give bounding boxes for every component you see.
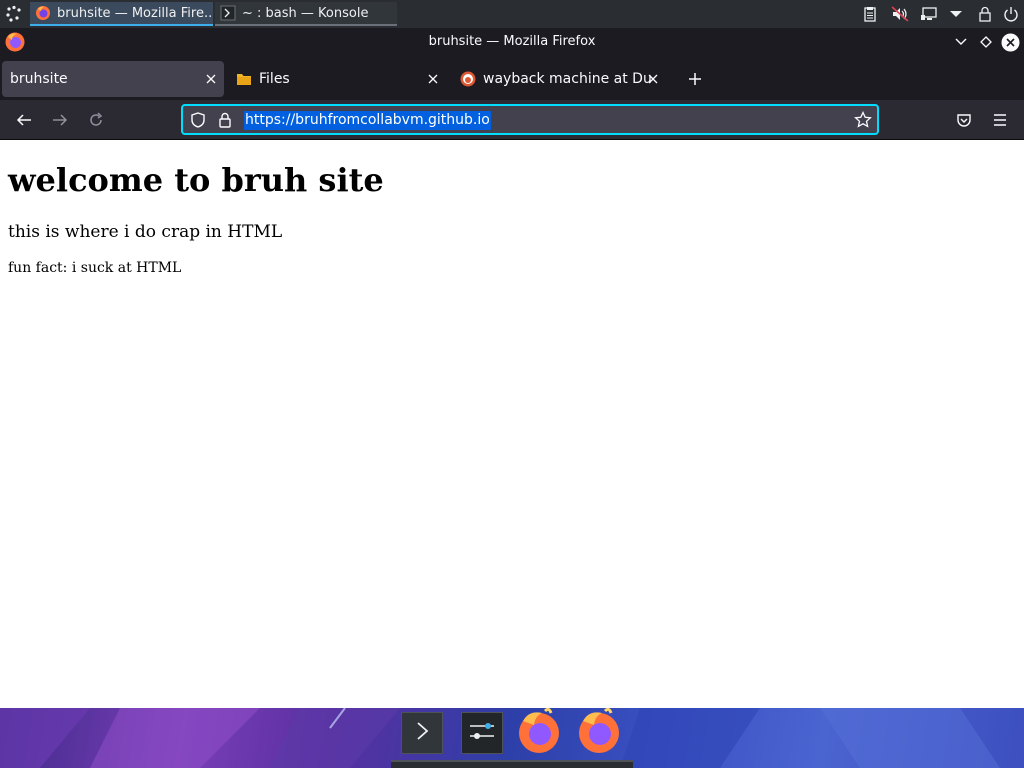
folder-icon: [236, 71, 252, 87]
taskbar-firefox-label: bruhsite — Mozilla Fire...: [57, 5, 213, 21]
tab-label: bruhsite: [10, 71, 68, 87]
taskbar-firefox[interactable]: bruhsite — Mozilla Fire...: [30, 2, 213, 26]
firefox-icon: [34, 4, 52, 22]
lock-icon[interactable]: [216, 111, 234, 129]
tracking-protection-shield-icon[interactable]: [189, 111, 207, 129]
back-button[interactable]: [12, 108, 36, 132]
maximize-button[interactable]: [976, 32, 996, 52]
dock-panel: [391, 760, 633, 768]
clipboard-icon[interactable]: [860, 4, 880, 24]
page-paragraph: fun fact: i suck at HTML: [8, 260, 182, 276]
mixer-icon: [467, 718, 497, 748]
tab-wayback[interactable]: wayback machine at Duck: [452, 61, 672, 97]
duckduckgo-icon: [460, 71, 476, 87]
page-content: welcome to bruh site this is where i do …: [0, 141, 1024, 708]
tab-label: wayback machine at Duck: [483, 71, 653, 87]
close-tab-icon[interactable]: [202, 70, 220, 88]
close-tab-icon[interactable]: [424, 70, 442, 88]
minimize-button[interactable]: [951, 32, 971, 52]
window-titlebar[interactable]: bruhsite — Mozilla Firefox: [0, 28, 1024, 56]
dock-firefox[interactable]: [518, 708, 560, 754]
url-bar[interactable]: https://bruhfromcollabvm.github.io: [181, 104, 879, 135]
new-tab-button[interactable]: [684, 68, 706, 90]
expand-tray-icon[interactable]: [946, 4, 966, 24]
top-panel: bruhsite — Mozilla Fire... ~ : bash — Ko…: [0, 0, 1024, 28]
taskbar-konsole-label: ~ : bash — Konsole: [242, 5, 369, 21]
firefox-icon: [515, 708, 563, 759]
page-paragraph: this is where i do crap in HTML: [8, 222, 283, 242]
hamburger-menu-icon[interactable]: [988, 108, 1012, 132]
navigation-toolbar: https://bruhfromcollabvm.github.io: [0, 100, 1024, 140]
wallpaper-shapes: [0, 708, 1000, 768]
terminal-icon: [219, 4, 237, 22]
tab-label: Files: [259, 71, 290, 87]
firefox-icon: [575, 708, 623, 759]
dock-mixer[interactable]: [461, 712, 503, 754]
network-icon[interactable]: [919, 4, 939, 24]
desktop-wallpaper: [0, 708, 1024, 768]
app-launcher-icon[interactable]: [3, 3, 25, 25]
close-window-button[interactable]: [1000, 32, 1020, 52]
dock-konsole[interactable]: [401, 712, 443, 754]
power-icon[interactable]: [1001, 4, 1021, 24]
close-tab-icon[interactable]: [644, 70, 662, 88]
reload-button[interactable]: [84, 108, 108, 132]
tab-bruhsite[interactable]: bruhsite: [2, 61, 224, 97]
tab-strip: bruhsite Files wayback machine at Duck: [0, 56, 1024, 100]
dock-firefox[interactable]: [578, 708, 620, 754]
lock-icon[interactable]: [975, 4, 995, 24]
pocket-icon[interactable]: [952, 108, 976, 132]
terminal-icon: [412, 720, 432, 746]
volume-muted-icon[interactable]: [890, 4, 910, 24]
url-text[interactable]: https://bruhfromcollabvm.github.io: [244, 111, 491, 130]
bookmark-star-icon[interactable]: [854, 111, 872, 129]
page-heading: welcome to bruh site: [8, 161, 384, 199]
forward-button[interactable]: [48, 108, 72, 132]
tab-files[interactable]: Files: [228, 61, 446, 97]
taskbar-konsole[interactable]: ~ : bash — Konsole: [215, 2, 397, 26]
window-title: bruhsite — Mozilla Firefox: [428, 34, 596, 49]
